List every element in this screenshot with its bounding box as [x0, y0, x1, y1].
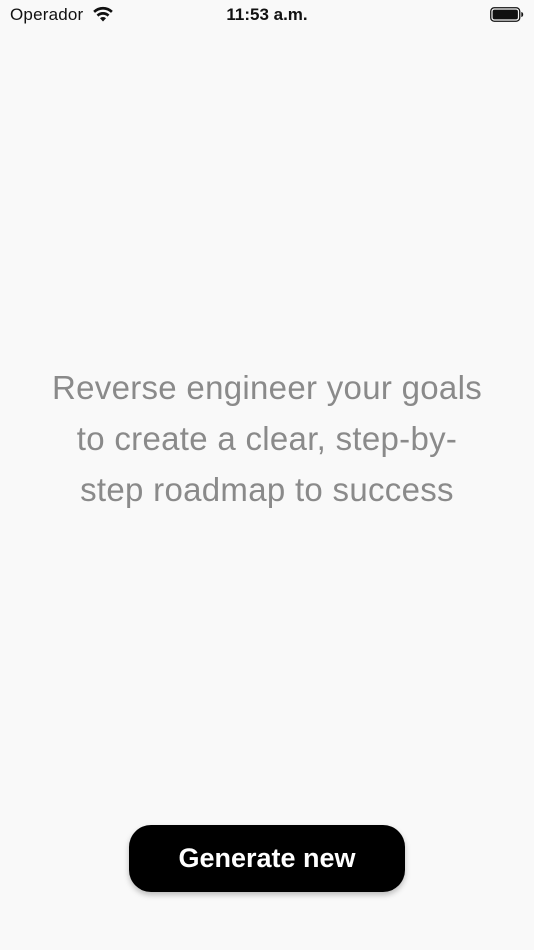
app-screen: Operador 11:53 a.m. Reverse engineer you… [0, 0, 534, 950]
status-bar: Operador 11:53 a.m. [0, 0, 534, 30]
tagline-line-3: step roadmap to success [80, 471, 454, 508]
battery-icon [490, 7, 524, 22]
tagline-line-2: to create a clear, step-by- [76, 420, 458, 457]
status-time: 11:53 a.m. [226, 5, 308, 24]
tagline: Reverse engineer your goals to create a … [30, 362, 504, 515]
tagline-line-1: Reverse engineer your goals [51, 369, 482, 406]
generate-new-button[interactable]: Generate new [129, 825, 405, 892]
